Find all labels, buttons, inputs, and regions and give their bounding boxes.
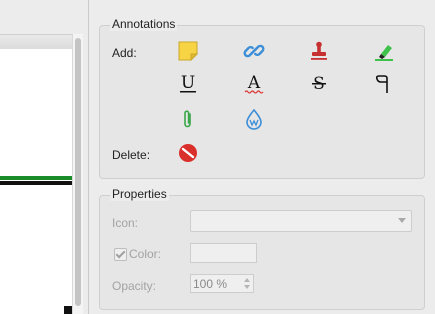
document-black-rule [0, 181, 72, 185]
delete-annotation-button[interactable] [175, 140, 201, 166]
add-label: Add: [112, 46, 137, 60]
annotation-editor-window: Annotations Add: U A S Delete: Propertie… [0, 0, 435, 314]
color-checkbox[interactable] [114, 248, 127, 261]
add-link-button[interactable] [241, 38, 267, 64]
color-well[interactable] [190, 243, 257, 263]
annotations-group-title: Annotations [110, 17, 178, 31]
add-squiggly-button[interactable]: A [241, 71, 267, 97]
delete-label: Delete: [112, 148, 151, 162]
freehand-ink-icon [373, 73, 395, 95]
underline-icon: U [177, 73, 199, 95]
sticky-note-icon [177, 40, 199, 62]
icon-label: Icon: [112, 216, 139, 230]
document-view[interactable] [0, 0, 88, 314]
document-tab-bar [0, 34, 76, 50]
stepper-up-icon[interactable] [244, 278, 250, 282]
chevron-down-icon [398, 218, 406, 223]
annotations-group: Annotations Add: U A S Delete: [99, 17, 425, 179]
no-entry-icon [177, 142, 199, 164]
link-icon [243, 40, 265, 62]
underline-glyph: U [181, 73, 195, 93]
opacity-value: 100 % [193, 277, 228, 291]
stepper-down-icon[interactable] [244, 285, 250, 289]
add-stamp-button[interactable] [306, 38, 332, 64]
squiggly-glyph: A [247, 73, 261, 93]
add-highlight-button[interactable] [371, 38, 397, 64]
properties-group: Properties Icon: Color: Opacity: 100 % [99, 187, 425, 310]
opacity-label: Opacity: [112, 279, 157, 293]
properties-group-title: Properties [110, 187, 169, 201]
document-scrollbar-thumb[interactable] [75, 38, 81, 306]
add-note-button[interactable] [175, 38, 201, 64]
icon-select[interactable] [190, 210, 412, 232]
document-scrollbar[interactable] [72, 34, 83, 314]
add-ink-button[interactable] [371, 71, 397, 97]
add-sound-button[interactable] [241, 106, 267, 132]
document-page[interactable] [0, 49, 72, 314]
highlighter-icon [373, 40, 395, 62]
paperclip-icon [177, 108, 199, 130]
add-underline-button[interactable]: U [175, 71, 201, 97]
squiggly-underline-icon: A [243, 73, 265, 95]
color-label: Color: [129, 247, 162, 261]
strikeout-icon: S [308, 73, 330, 95]
add-attachment-button[interactable] [175, 106, 201, 132]
stamp-icon [308, 40, 330, 62]
document-header [0, 0, 88, 34]
document-green-rule [0, 176, 72, 180]
add-strikeout-button[interactable]: S [306, 71, 332, 97]
drop-icon [243, 108, 265, 130]
opacity-stepper[interactable]: 100 % [190, 274, 254, 293]
document-corner-marker [64, 306, 72, 314]
panel-splitter[interactable] [88, 0, 89, 314]
